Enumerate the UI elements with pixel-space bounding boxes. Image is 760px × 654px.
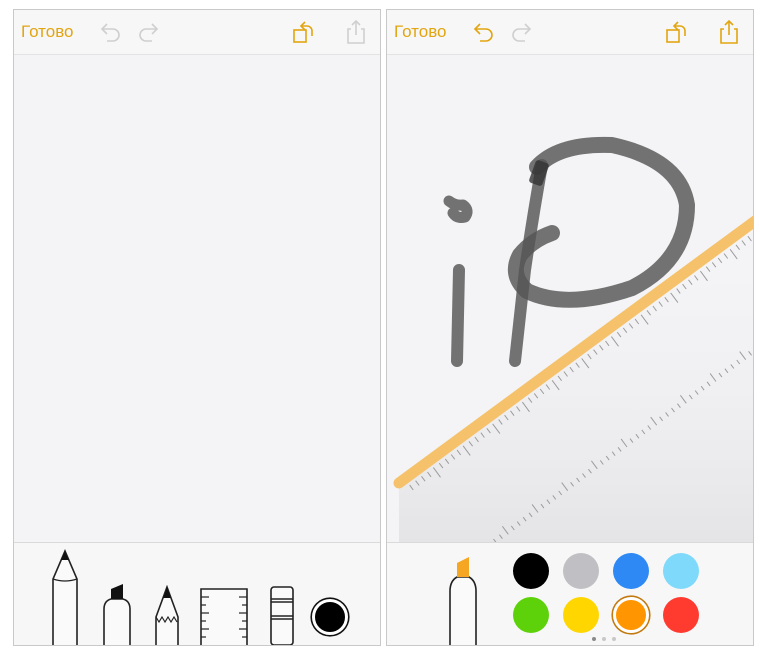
color-swatch-gray[interactable]: [563, 553, 599, 589]
color-swatch-black[interactable]: [513, 553, 549, 589]
letter-i-stem: [451, 264, 465, 367]
tool-palette: [387, 542, 753, 645]
left-screen: Готово: [13, 9, 381, 646]
marker-tool[interactable]: [448, 553, 478, 645]
color-swatch-green[interactable]: [513, 597, 549, 633]
marker-tool[interactable]: [102, 583, 132, 645]
drawing-canvas[interactable]: [387, 55, 753, 543]
ruler-overlay: [393, 215, 753, 543]
done-button[interactable]: Готово: [21, 22, 74, 42]
share-icon[interactable]: [716, 19, 742, 45]
top-bar: Готово: [387, 10, 753, 55]
done-button[interactable]: Готово: [394, 22, 447, 42]
pen-tool[interactable]: [50, 549, 80, 645]
right-screen: Готово: [386, 9, 754, 646]
letter-i-dot: [443, 195, 473, 223]
tool-palette: [14, 542, 380, 645]
color-swatch-light-blue[interactable]: [663, 553, 699, 589]
top-bar: Готово: [14, 10, 380, 55]
color-picker-button[interactable]: [312, 599, 348, 635]
redo-arrow-icon[interactable]: [509, 19, 535, 45]
ruler-tool[interactable]: [200, 585, 248, 645]
palette-page-indicator: [592, 637, 616, 641]
rotate-square-icon[interactable]: [664, 19, 690, 45]
rotate-square-icon[interactable]: [291, 19, 317, 45]
color-swatch-orange-selected[interactable]: [613, 597, 649, 633]
undo-arrow-icon[interactable]: [97, 19, 123, 45]
redo-arrow-icon[interactable]: [136, 19, 162, 45]
pencil-tool[interactable]: [155, 585, 179, 645]
color-swatch-yellow[interactable]: [563, 597, 599, 633]
share-icon[interactable]: [343, 19, 369, 45]
undo-arrow-icon[interactable]: [470, 19, 496, 45]
drawing-canvas[interactable]: [14, 55, 380, 543]
color-swatch-red[interactable]: [663, 597, 699, 633]
color-swatch-blue[interactable]: [613, 553, 649, 589]
eraser-tool[interactable]: [270, 585, 294, 645]
